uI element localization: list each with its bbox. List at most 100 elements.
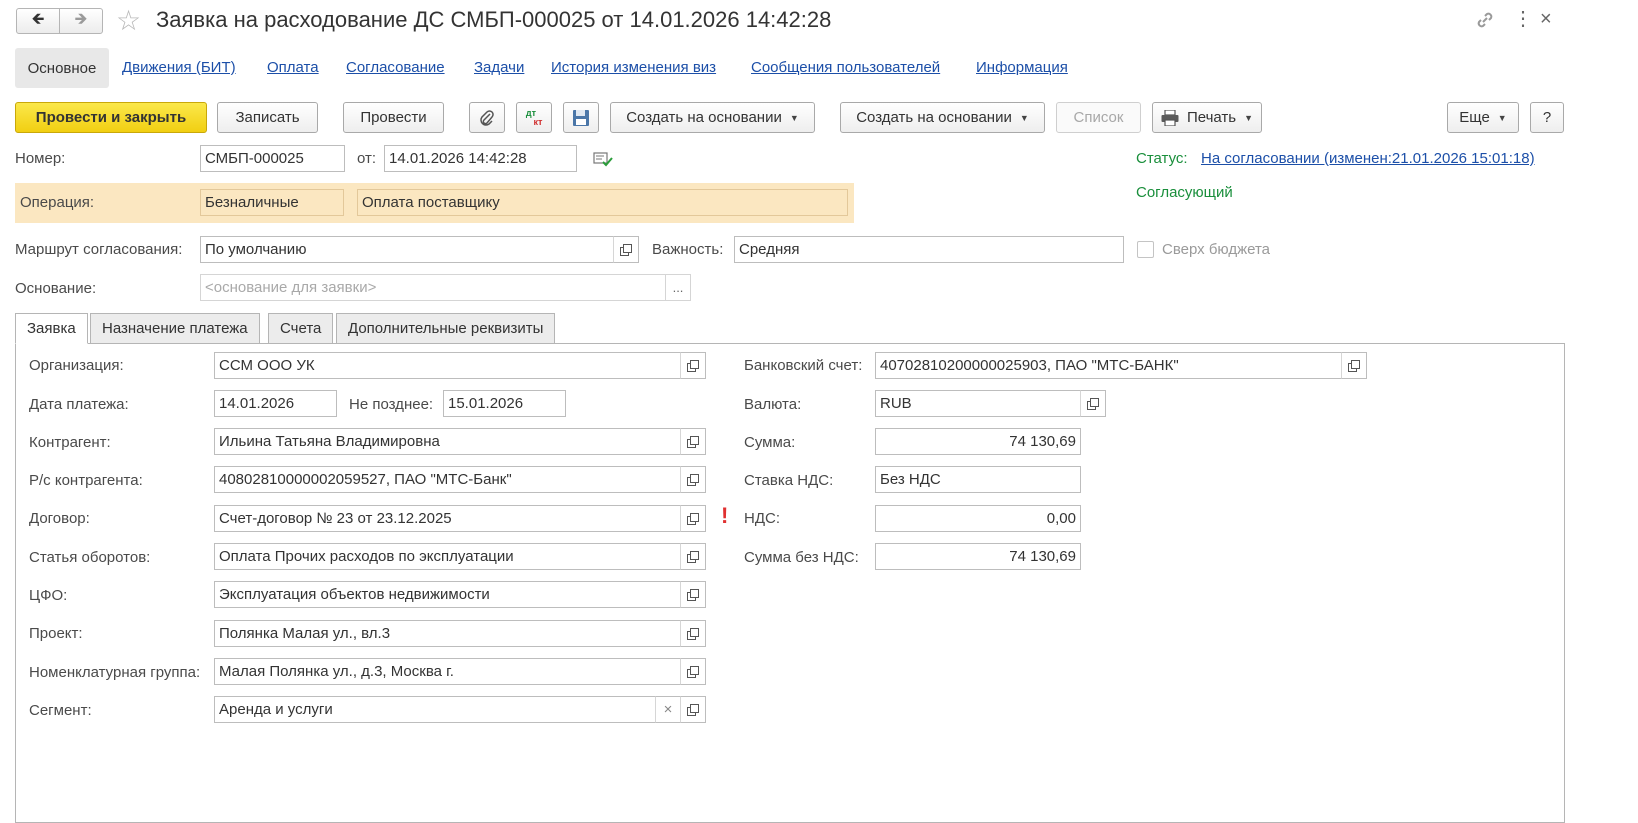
tab-visa-history[interactable]: История изменения виз: [551, 59, 716, 76]
vat-rate-field[interactable]: Без НДС: [875, 466, 1081, 493]
open-icon: [620, 243, 632, 256]
dt-kt-button[interactable]: дт кт: [516, 102, 552, 133]
counterparty-account-field[interactable]: 40802810000002059527, ПАО "МТС-Банк": [214, 466, 681, 493]
status-link[interactable]: На согласовании (изменен:21.01.2026 15:0…: [1201, 150, 1535, 167]
help-button[interactable]: ?: [1530, 102, 1564, 133]
arrow-left-icon: 🡸: [31, 10, 45, 28]
tab-tasks[interactable]: Задачи: [474, 59, 524, 76]
caret-down-icon: ▼: [1244, 112, 1254, 123]
floppy-disk-icon: [573, 109, 589, 126]
turnover-item-open-button[interactable]: [680, 543, 706, 570]
not-later-field[interactable]: 15.01.2026: [443, 390, 566, 417]
bank-account-open-button[interactable]: [1341, 352, 1367, 379]
create-based-on-button-1[interactable]: Создать на основании ▼: [610, 102, 815, 133]
caret-down-icon: ▼: [789, 112, 799, 123]
save-disk-button[interactable]: [563, 102, 599, 133]
more-vertical-icon[interactable]: ⋮: [1513, 8, 1533, 30]
sum-field[interactable]: 74 130,69: [875, 428, 1081, 455]
tab-main[interactable]: Основное: [15, 48, 109, 88]
nomenclature-group-open-button[interactable]: [680, 658, 706, 685]
open-icon: [1348, 359, 1360, 372]
tab-payment-purpose[interactable]: Назначение платежа: [90, 313, 260, 344]
contract-field[interactable]: Счет-договор № 23 от 23.12.2025: [214, 505, 681, 532]
link-icon[interactable]: [1474, 9, 1496, 31]
number-label: Номер:: [15, 150, 66, 167]
currency-open-button[interactable]: [1080, 390, 1106, 417]
vat-rate-label: Ставка НДС:: [744, 472, 834, 489]
tab-user-messages[interactable]: Сообщения пользователей: [751, 59, 940, 76]
tab-request[interactable]: Заявка: [15, 313, 88, 344]
contract-open-button[interactable]: [680, 505, 706, 532]
project-field[interactable]: Полянка Малая ул., вл.3: [214, 620, 681, 647]
segment-field[interactable]: Аренда и услуги: [214, 696, 656, 723]
open-icon: [687, 703, 699, 716]
more-button[interactable]: Еще ▼: [1447, 102, 1519, 133]
open-icon: [687, 435, 699, 448]
bank-account-field[interactable]: 40702810200000025903, ПАО "МТС-БАНК": [875, 352, 1342, 379]
tab-approval[interactable]: Согласование: [346, 59, 445, 76]
counterparty-label: Контрагент:: [29, 434, 111, 451]
open-icon: [687, 665, 699, 678]
segment-open-button[interactable]: [680, 696, 706, 723]
route-field[interactable]: По умолчанию: [200, 236, 614, 263]
nomenclature-group-field[interactable]: Малая Полянка ул., д.3, Москва г.: [214, 658, 681, 685]
route-open-button[interactable]: [613, 236, 639, 263]
importance-field[interactable]: Средняя: [734, 236, 1124, 263]
bank-account-label: Банковский счет:: [744, 357, 863, 374]
post-button[interactable]: Провести: [343, 102, 444, 133]
turnover-item-label: Статья оборотов:: [29, 549, 151, 566]
list-button[interactable]: Список: [1056, 102, 1141, 133]
counterparty-field[interactable]: Ильина Татьяна Владимировна: [214, 428, 681, 455]
favorite-star-icon[interactable]: ☆: [116, 6, 141, 36]
edit-number-icon[interactable]: [593, 150, 613, 168]
dt-kt-icon: дт кт: [525, 107, 543, 127]
number-field[interactable]: СМБП-000025: [200, 145, 345, 172]
basis-select-button[interactable]: ...: [665, 274, 691, 301]
caret-down-icon: ▼: [1019, 112, 1029, 123]
paperclip-icon: [480, 109, 494, 126]
currency-field[interactable]: RUB: [875, 390, 1081, 417]
organization-field[interactable]: ССМ ООО УК: [214, 352, 681, 379]
tab-info[interactable]: Информация: [976, 59, 1068, 76]
create-based-on-button-2[interactable]: Создать на основании ▼: [840, 102, 1045, 133]
cfo-field[interactable]: Эксплуатация объектов недвижимости: [214, 581, 681, 608]
over-budget-label: Сверх бюджета: [1162, 241, 1271, 258]
tab-payment[interactable]: Оплата: [267, 59, 319, 76]
counterparty-account-label: Р/с контрагента:: [29, 472, 143, 489]
cfo-open-button[interactable]: [680, 581, 706, 608]
organization-open-button[interactable]: [680, 352, 706, 379]
over-budget-checkbox[interactable]: [1137, 241, 1154, 258]
date-field[interactable]: 14.01.2026 14:42:28: [384, 145, 577, 172]
turnover-item-field[interactable]: Оплата Прочих расходов по эксплуатации: [214, 543, 681, 570]
operation-value-field[interactable]: Оплата поставщику: [357, 189, 848, 216]
tab-extra-attributes[interactable]: Дополнительные реквизиты: [336, 313, 556, 344]
operation-type-field[interactable]: Безналичные: [200, 189, 344, 216]
segment-clear-button[interactable]: ×: [655, 696, 681, 723]
basis-field[interactable]: <основание для заявки>: [200, 274, 666, 301]
contract-label: Договор:: [29, 510, 90, 527]
sum-without-vat-field[interactable]: 74 130,69: [875, 543, 1081, 570]
open-icon: [687, 512, 699, 525]
segment-label: Сегмент:: [29, 702, 92, 719]
attach-button[interactable]: [469, 102, 505, 133]
post-and-close-button[interactable]: Провести и закрыть: [15, 102, 207, 133]
sum-label: Сумма:: [744, 434, 796, 451]
tab-accounts[interactable]: Счета: [268, 313, 334, 344]
back-button[interactable]: 🡸: [16, 8, 60, 34]
tab-movements[interactable]: Движения (БИТ): [122, 59, 236, 76]
vat-field[interactable]: 0,00: [875, 505, 1081, 532]
payment-date-field[interactable]: 14.01.2026: [214, 390, 337, 417]
forward-button[interactable]: 🡺: [59, 8, 103, 34]
organization-label: Организация:: [29, 357, 124, 374]
payment-date-label: Дата платежа:: [29, 396, 129, 413]
route-label: Маршрут согласования:: [15, 241, 183, 258]
print-button[interactable]: Печать ▼: [1152, 102, 1262, 133]
save-button[interactable]: Записать: [217, 102, 318, 133]
project-open-button[interactable]: [680, 620, 706, 647]
clear-x-icon: ×: [663, 701, 673, 718]
counterparty-open-button[interactable]: [680, 428, 706, 455]
counterparty-account-open-button[interactable]: [680, 466, 706, 493]
not-later-label: Не позднее:: [349, 396, 434, 413]
printer-icon: [1161, 109, 1179, 126]
close-icon[interactable]: ×: [1540, 8, 1552, 30]
